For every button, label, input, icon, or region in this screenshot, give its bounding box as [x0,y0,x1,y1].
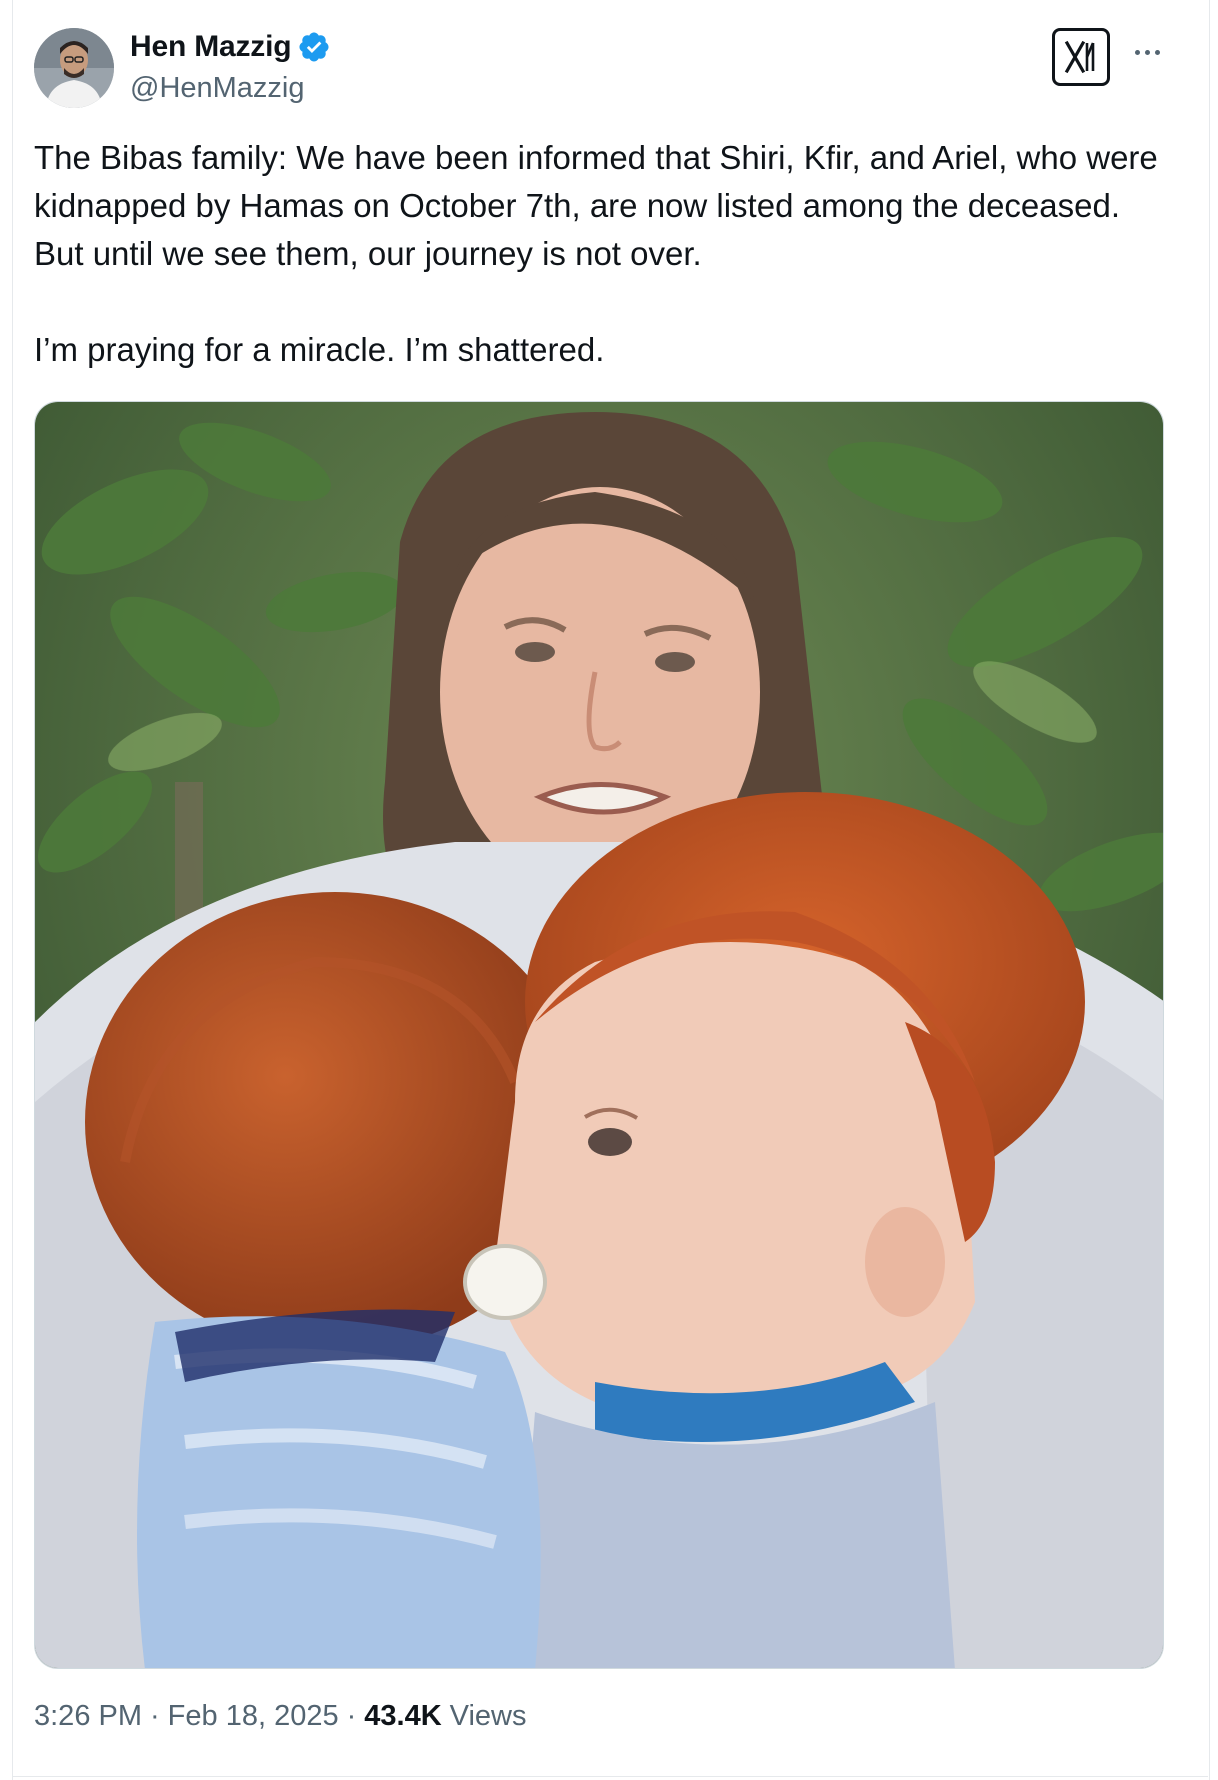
tweet-text: The Bibas family: We have been informed … [34,134,1164,374]
tweet-time[interactable]: 3:26 PM [34,1700,142,1733]
author-avatar[interactable] [34,28,114,108]
bottom-divider [12,1776,1208,1777]
more-dot [1134,49,1140,55]
tweet-date[interactable]: Feb 18, 2025 [168,1700,339,1733]
avatar-image [34,28,114,108]
more-dot [1144,49,1150,55]
tweet-paragraph: The Bibas family: We have been informed … [34,139,1158,272]
tweet-media-image[interactable] [34,401,1164,1669]
photo-woman-with-two-children [35,402,1163,1668]
views-label: Views [449,1700,527,1732]
verified-badge-icon [297,30,331,64]
tweet-meta: 3:26 PM · Feb 18, 2025 · 43.4K Views [34,1700,527,1733]
tweet-paragraph: I’m praying for a miracle. I’m shattered… [34,331,605,368]
author-display-name[interactable]: Hen Mazzig [130,30,292,64]
x-logo-glyph [1064,40,1095,74]
meta-separator: · [346,1700,357,1732]
views-count: 43.4K [364,1700,442,1732]
meta-separator: · [150,1700,160,1732]
author-name-row[interactable]: Hen Mazzig [130,30,331,64]
x-logo-icon[interactable] [1052,28,1110,86]
author-handle[interactable]: @HenMazzig [130,72,305,105]
more-dot [1154,49,1160,55]
more-options-icon[interactable] [1125,38,1169,66]
